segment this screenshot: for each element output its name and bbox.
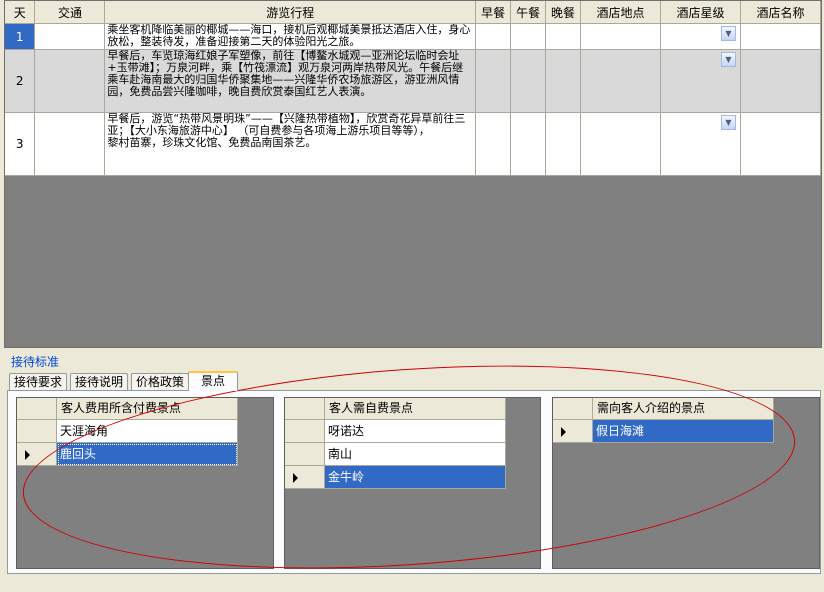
lunch-cell[interactable] <box>510 49 547 113</box>
lunch-cell[interactable] <box>510 112 547 176</box>
grid-header: 需向客人介绍的景点 <box>553 398 774 420</box>
breakfast-cell[interactable] <box>475 23 512 50</box>
col-header-dinner[interactable]: 晚餐 <box>545 1 582 24</box>
attraction-cell[interactable]: 假日海滩 <box>593 420 774 443</box>
col-header-hotel-location[interactable]: 酒店地点 <box>580 1 662 24</box>
list-item[interactable]: 鹿回头 <box>17 443 238 466</box>
col-header-day[interactable]: 天 <box>5 1 36 24</box>
row-selector[interactable] <box>17 420 57 443</box>
day-cell[interactable]: 3 <box>5 112 36 176</box>
recommended-attractions-grid[interactable]: 需向客人介绍的景点 假日海滩 <box>552 397 820 569</box>
breakfast-cell[interactable] <box>475 49 512 113</box>
col-header-lunch[interactable]: 午餐 <box>510 1 547 24</box>
itinerary-header-row: 天 交通 游览行程 早餐 午餐 晚餐 酒店地点 酒店星级 酒店名称 <box>5 1 821 24</box>
col-header-hotel-name[interactable]: 酒店名称 <box>740 1 821 24</box>
hotel-star-cell[interactable]: ▼ <box>660 49 741 113</box>
route-cell[interactable]: 早餐后，车览琼海红娘子军塑像，前往【博鳌水城观—亚洲论坛临时会址+玉带滩】；万泉… <box>104 49 477 113</box>
row-selector[interactable] <box>17 443 57 466</box>
dinner-cell[interactable] <box>545 23 582 50</box>
list-item[interactable]: 假日海滩 <box>553 420 774 443</box>
row-selector[interactable] <box>285 420 325 443</box>
hotel-location-cell[interactable] <box>580 49 662 113</box>
row-pointer-icon <box>293 473 298 483</box>
list-item[interactable]: 南山 <box>285 443 506 466</box>
grid-header: 客人需自费景点 <box>285 398 506 420</box>
list-item[interactable]: 金牛岭 <box>285 466 506 489</box>
attraction-cell[interactable]: 南山 <box>325 443 506 466</box>
chevron-down-icon[interactable]: ▼ <box>720 115 736 130</box>
row-pointer-icon <box>25 450 30 460</box>
day-cell[interactable]: 2 <box>5 49 36 113</box>
tab-explanation[interactable]: 接待说明 <box>70 373 128 390</box>
dinner-cell[interactable] <box>545 49 582 113</box>
row-selector[interactable] <box>553 420 593 443</box>
group-caption: 接待标准 <box>11 355 60 369</box>
chevron-down-icon[interactable]: ▼ <box>720 52 736 67</box>
attraction-cell[interactable]: 金牛岭 <box>325 466 506 489</box>
chevron-down-icon[interactable]: ▼ <box>720 26 736 41</box>
hotel-star-cell[interactable]: ▼ <box>660 23 741 50</box>
list-item[interactable]: 天涯海角 <box>17 420 238 443</box>
col-header-breakfast[interactable]: 早餐 <box>475 1 512 24</box>
table-row[interactable]: 2 早餐后，车览琼海红娘子军塑像，前往【博鳌水城观—亚洲论坛临时会址+玉带滩】；… <box>5 49 821 113</box>
dinner-cell[interactable] <box>545 112 582 176</box>
row-pointer-icon <box>561 427 566 437</box>
day-cell[interactable]: 1 <box>5 23 36 50</box>
hotel-name-cell[interactable] <box>740 112 821 176</box>
grid-header: 客人费用所含付费景点 <box>17 398 238 420</box>
row-header-corner <box>553 398 593 420</box>
col-header-transport[interactable]: 交通 <box>34 1 106 24</box>
table-row[interactable]: 3 早餐后，游览“热带风景明珠”——【兴隆热带植物】，欣赏奇花异草前往三亚；【大… <box>5 112 821 176</box>
col-header-self-paid[interactable]: 客人需自费景点 <box>325 398 506 420</box>
hotel-name-cell[interactable] <box>740 23 821 50</box>
breakfast-cell[interactable] <box>475 112 512 176</box>
itinerary-grid[interactable]: 天 交通 游览行程 早餐 午餐 晚餐 酒店地点 酒店星级 酒店名称 1 乘坐客机… <box>4 0 822 348</box>
attraction-cell[interactable]: 鹿回头 <box>57 443 238 466</box>
row-selector[interactable] <box>285 466 325 489</box>
col-header-hotel-star[interactable]: 酒店星级 <box>660 1 741 24</box>
row-selector[interactable] <box>285 443 325 466</box>
route-cell[interactable]: 早餐后，游览“热带风景明珠”——【兴隆热带植物】，欣赏奇花异草前往三亚；【大小东… <box>104 112 477 176</box>
tab-attractions[interactable]: 景点 <box>188 371 238 391</box>
table-row[interactable]: 1 乘坐客机降临美丽的椰城——海口，接机后观椰城美景抵达酒店入住，身心放松，整装… <box>5 23 821 50</box>
row-header-corner <box>17 398 57 420</box>
transport-cell[interactable] <box>34 49 106 113</box>
hotel-star-cell[interactable]: ▼ <box>660 112 741 176</box>
attraction-cell[interactable]: 天涯海角 <box>57 420 238 443</box>
transport-cell[interactable] <box>34 23 106 50</box>
hotel-name-cell[interactable] <box>740 49 821 113</box>
list-item[interactable]: 呀诺达 <box>285 420 506 443</box>
col-header-included[interactable]: 客人费用所含付费景点 <box>57 398 238 420</box>
row-header-corner <box>285 398 325 420</box>
col-header-route[interactable]: 游览行程 <box>104 1 477 24</box>
attraction-cell[interactable]: 呀诺达 <box>325 420 506 443</box>
transport-cell[interactable] <box>34 112 106 176</box>
hotel-location-cell[interactable] <box>580 112 662 176</box>
self-paid-attractions-grid[interactable]: 客人需自费景点 呀诺达 南山 金牛岭 <box>284 397 541 569</box>
route-cell[interactable]: 乘坐客机降临美丽的椰城——海口，接机后观椰城美景抵达酒店入住，身心放松，整装待发… <box>104 23 477 50</box>
tab-requirements[interactable]: 接待要求 <box>9 373 67 390</box>
tab-pricing[interactable]: 价格政策 <box>131 373 189 390</box>
included-attractions-grid[interactable]: 客人费用所含付费景点 天涯海角 鹿回头 <box>16 397 274 569</box>
lunch-cell[interactable] <box>510 23 547 50</box>
hotel-location-cell[interactable] <box>580 23 662 50</box>
col-header-recommended[interactable]: 需向客人介绍的景点 <box>593 398 774 420</box>
